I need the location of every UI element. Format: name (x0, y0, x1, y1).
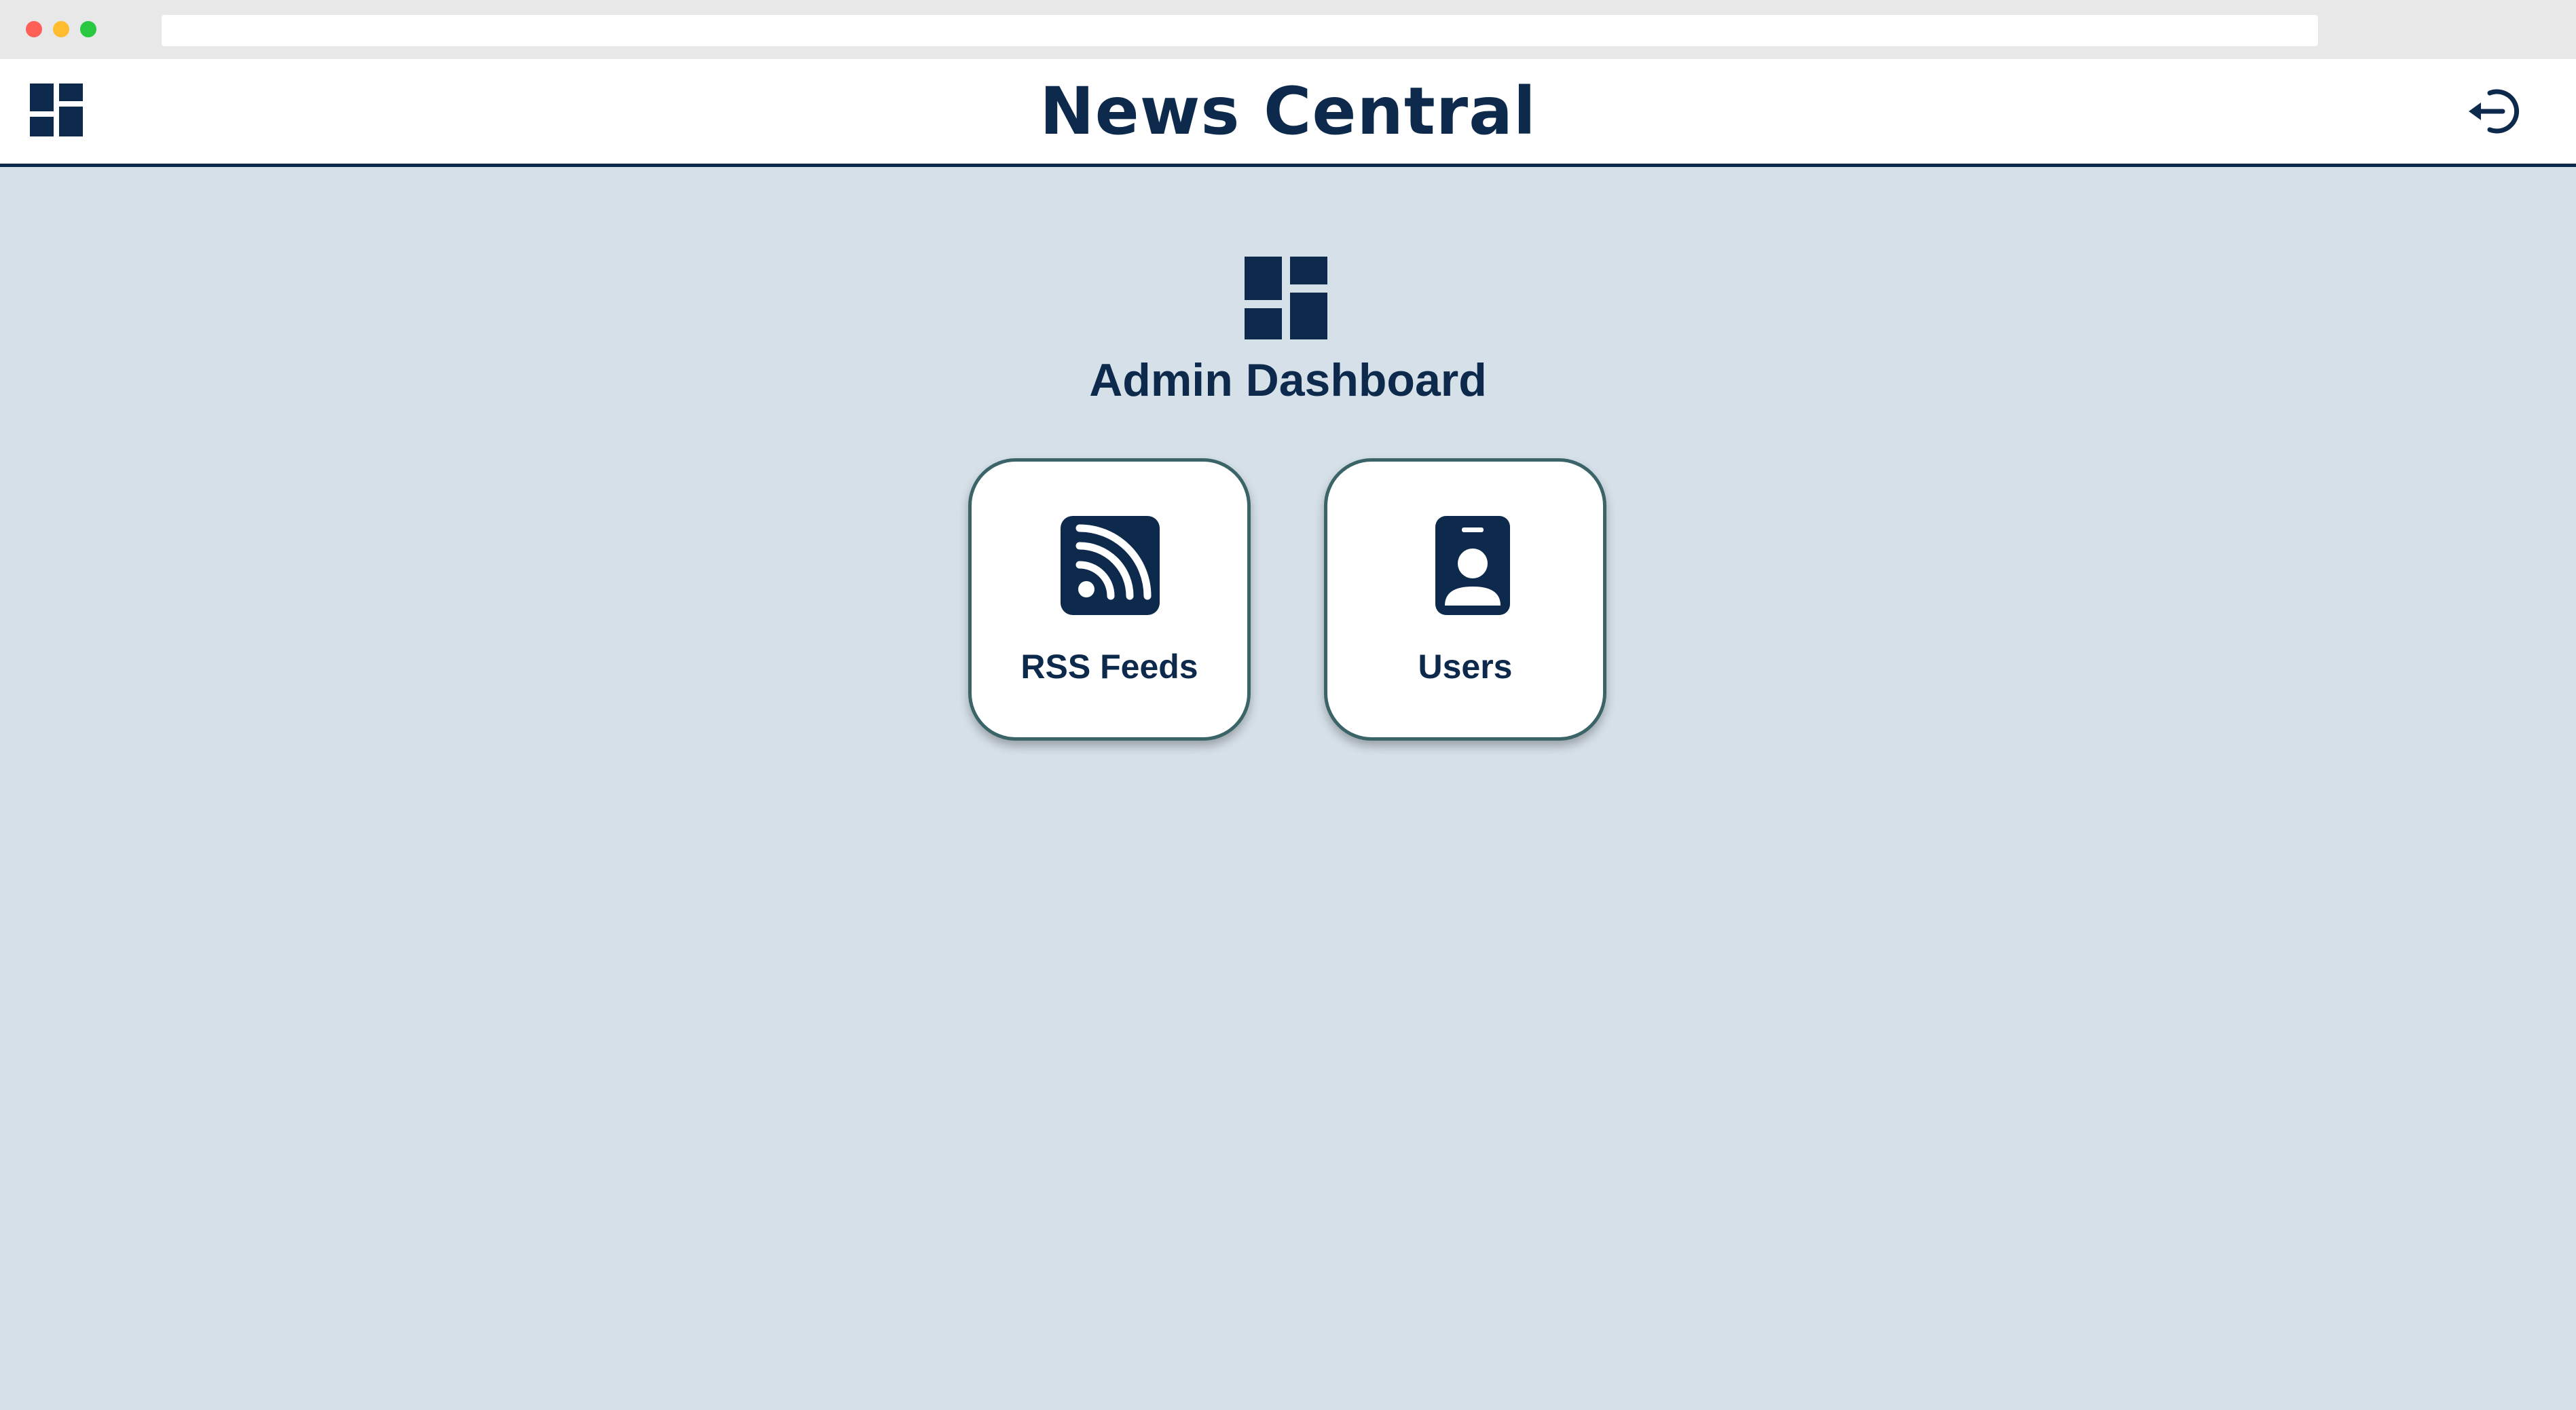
window-close-button[interactable] (26, 21, 42, 37)
rss-feed-icon (1061, 516, 1160, 615)
logout-icon[interactable] (2467, 84, 2523, 139)
page-heading: Admin Dashboard (1089, 354, 1487, 406)
dashboard-icon (1245, 257, 1327, 339)
window-minimize-button[interactable] (53, 21, 69, 37)
card-label: RSS Feeds (1020, 648, 1198, 686)
rss-feeds-card[interactable]: RSS Feeds (968, 458, 1251, 741)
user-badge-icon (1416, 516, 1515, 615)
card-label: Users (1418, 648, 1513, 686)
address-bar[interactable] (162, 15, 2318, 46)
users-card[interactable]: Users (1324, 458, 1606, 741)
window-maximize-button[interactable] (80, 21, 96, 37)
app-header: News Central (0, 59, 2576, 167)
browser-toolbar (0, 0, 2576, 59)
app-title: News Central (1039, 73, 1537, 149)
